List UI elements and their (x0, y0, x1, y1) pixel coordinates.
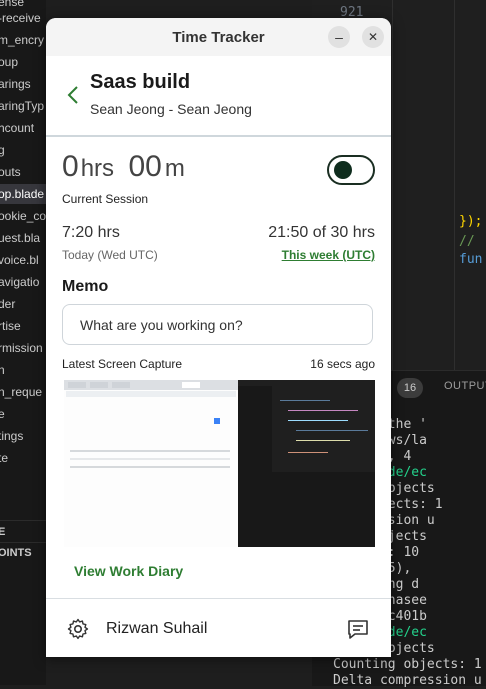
time-tracker-window: Time Tracker – ✕ Saas build Sean Jeong -… (46, 18, 391, 657)
problems-count-badge[interactable]: 16 (397, 378, 423, 398)
project-subtitle: Sean Jeong - Sean Jeong (90, 101, 252, 117)
back-arrow-icon (67, 86, 78, 104)
indent-guide (392, 0, 393, 370)
thumbnail-code (288, 452, 328, 453)
screen-capture-thumbnail[interactable] (64, 380, 375, 547)
thumbnail-url-bar (66, 391, 236, 397)
tracking-toggle[interactable] (327, 155, 375, 185)
today-label: Today (Wed UTC) (62, 248, 158, 262)
toggle-knob (334, 161, 352, 179)
screen-capture-label: Latest Screen Capture (62, 357, 183, 371)
tab-output[interactable]: OUTPUT (444, 380, 486, 392)
this-week-link[interactable]: This week (UTC) (282, 248, 375, 262)
thumbnail-tabs (64, 380, 238, 390)
minimize-button[interactable]: – (328, 26, 350, 48)
terminal-line: Counting objects: 1 (333, 657, 482, 672)
thumbnail-dot (214, 418, 220, 424)
current-session-label: Current Session (62, 192, 149, 206)
thumbnail-tab (90, 382, 108, 388)
thumbnail-editor (238, 380, 375, 547)
close-button[interactable]: ✕ (362, 26, 384, 48)
timer-hours: 0 (62, 150, 79, 183)
explorer-divider (0, 520, 46, 521)
explorer-section-header[interactable]: OINTS (0, 547, 32, 559)
thumbnail-row (70, 466, 230, 468)
timer-minutes-unit: m (164, 155, 185, 182)
code-line: fun (459, 252, 483, 267)
today-hours: 7:20 hrs (62, 224, 120, 241)
chat-icon[interactable] (346, 617, 370, 641)
timer-hours-unit: hrs (80, 155, 115, 182)
thumbnail-terminal (272, 472, 375, 547)
thumbnail-tab (112, 382, 130, 388)
view-work-diary-link[interactable]: View Work Diary (74, 563, 183, 579)
memo-placeholder: What are you working on? (80, 317, 243, 333)
thumbnail-code (296, 430, 368, 431)
thumbnail-code (280, 400, 330, 401)
thumbnail-browser (64, 380, 238, 547)
thumbnail-tab (182, 382, 200, 388)
thumbnail-tab (68, 382, 86, 388)
header-divider (46, 135, 391, 137)
week-hours: 21:50 of 30 hrs (268, 224, 375, 241)
gear-icon[interactable] (66, 617, 90, 641)
thumbnail-row (70, 450, 230, 452)
code-line: }); (459, 214, 483, 229)
terminal-line: Delta compression u (333, 673, 482, 688)
title-bar: Time Tracker – ✕ (46, 18, 391, 56)
thumbnail-tree (238, 386, 272, 547)
session-timer: 0hrs 00 m (62, 150, 185, 184)
timer-minutes: 00 (128, 150, 162, 183)
screen-capture-time: 16 secs ago (310, 357, 375, 371)
project-title: Saas build (90, 71, 191, 93)
explorer-section-header[interactable]: E (0, 526, 5, 538)
thumbnail-code (296, 440, 350, 441)
footer-bar: Rizwan Suhail (46, 598, 391, 657)
thumbnail-code (288, 420, 348, 421)
user-name: Rizwan Suhail (106, 620, 208, 637)
chevron-left-icon[interactable] (66, 84, 80, 112)
indent-guide (454, 0, 455, 370)
explorer-divider (0, 542, 46, 543)
memo-input[interactable]: What are you working on? (62, 304, 373, 345)
memo-heading: Memo (62, 278, 109, 295)
thumbnail-row (70, 458, 230, 460)
thumbnail-code (288, 410, 358, 411)
code-line: // (459, 234, 475, 249)
